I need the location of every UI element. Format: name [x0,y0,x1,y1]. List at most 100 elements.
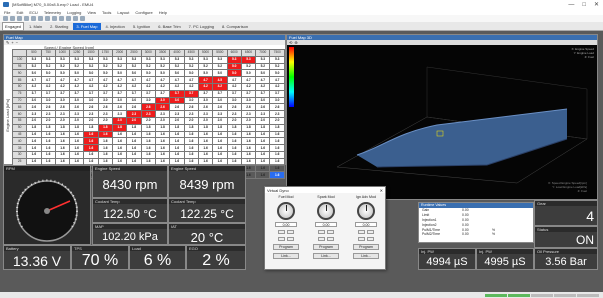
grid-cell[interactable]: 4.2 [183,82,199,91]
grid-cell[interactable]: 1.6 [83,130,99,139]
grid-cell[interactable]: 4.2 [212,82,228,91]
connect-icon[interactable] [24,16,29,21]
grid-cell[interactable]: 2.6 [111,103,128,112]
dyno-knob-icon[interactable] [317,202,335,220]
grid-cell[interactable]: 1.6 [169,150,185,159]
grid-cell[interactable]: 1.6 [255,150,271,159]
grid-cell[interactable]: 2.3 [269,110,285,118]
grid-cell[interactable]: 2.0 [111,116,128,125]
grid-cell[interactable]: 1.6 [197,150,214,159]
step-down-fine-button[interactable] [278,237,285,241]
grid-cell[interactable]: 5.3 [240,55,257,64]
menu-logging[interactable]: Logging [67,10,81,15]
zoom-icon[interactable]: ⊕ [294,40,297,45]
grid-cell[interactable]: 1.8 [183,123,199,132]
grid-cell[interactable]: 1.6 [140,137,156,146]
grid-cell[interactable]: 2.3 [54,110,71,118]
grid-cell[interactable]: 1.6 [255,164,271,173]
grid-cell[interactable]: 3.7 [212,89,228,98]
grid-cell[interactable]: 5.2 [111,62,128,71]
grid-cell[interactable]: 3.0 [269,96,285,105]
grid-cell[interactable]: 5.3 [269,55,285,64]
menu-tools[interactable]: Tools [102,10,111,15]
grid-cell[interactable]: 4.2 [240,82,257,91]
grid-cell[interactable]: 3.7 [140,89,156,98]
grid-cell[interactable]: 2.6 [183,103,199,112]
grid-cell[interactable]: 1.6 [226,137,242,146]
settings-icon[interactable] [80,16,85,21]
menu-configure[interactable]: Configure [135,10,152,15]
grid-cell[interactable]: 5.2 [269,62,285,71]
dyno-knob-icon[interactable] [357,202,375,220]
grid-cell[interactable]: 2.6 [83,103,99,112]
grid-cell[interactable]: 1.6 [154,144,171,152]
grid-cell[interactable]: 1.8 [255,123,271,132]
grid-cell[interactable]: 5.0 [26,69,42,78]
grid-cell[interactable]: 1.6 [154,130,171,139]
grid-cell[interactable]: 2.6 [212,103,228,112]
grid-cell[interactable]: 5.3 [154,55,171,64]
tab-pc-logging[interactable]: 7. PC Logging [186,23,217,30]
grid-cell[interactable]: 5.3 [183,55,199,64]
grid-cell[interactable]: 1.6 [69,144,85,152]
grid-cell[interactable]: 4.2 [154,82,171,91]
grid-cell[interactable]: 3.7 [169,89,185,98]
layout-select[interactable]: Engaged [2,21,25,31]
grid-cell[interactable]: 4.2 [197,82,214,91]
grid-cell[interactable]: 2.6 [54,103,71,112]
grid-cell[interactable]: 1.6 [111,144,128,152]
grid-cell[interactable]: 1.6 [111,150,128,159]
grid-cell[interactable]: 1.6 [83,137,99,146]
grid-cell[interactable]: 4.7 [169,76,185,84]
grid-cell[interactable]: 2.0 [140,116,156,125]
grid-cell[interactable]: 1.6 [54,130,71,139]
grid-cell[interactable]: 4.2 [54,82,71,91]
link-button[interactable]: Link... [313,253,339,259]
grid-cell[interactable]: 1.6 [212,144,228,152]
grid-cell[interactable]: 5.0 [226,62,242,71]
grid-cell[interactable]: 1.6 [69,137,85,146]
grid-cell[interactable]: 2.0 [240,116,257,125]
grid-cell[interactable]: 1.6 [111,137,128,146]
grid-cell[interactable]: 5.2 [140,62,156,71]
grid-cell[interactable]: 2.6 [269,103,285,112]
tab-comparison[interactable]: 8. Comparison [219,23,251,30]
grid-cell[interactable]: 2.6 [226,103,242,112]
grid-cell[interactable]: 1.6 [183,137,199,146]
grid-cell[interactable]: 2.3 [26,110,42,118]
grid-cell[interactable]: 5.0 [83,69,99,78]
grid-cell[interactable]: 1.8 [40,123,56,132]
edit-icon[interactable]: ✎ [6,40,9,45]
close-icon[interactable]: ✕ [594,1,599,8]
grid-cell[interactable]: 2.3 [40,110,56,118]
grid-cell[interactable]: 4.7 [255,76,271,84]
grid-cell[interactable]: 1.6 [40,150,56,159]
grid-cell[interactable]: 4.2 [140,82,156,91]
grid-cell[interactable]: 1.8 [197,123,214,132]
grid-cell[interactable]: 1.6 [197,130,214,139]
grid-cell[interactable]: 1.6 [269,171,285,180]
runtime-row[interactable]: PulM2/Time 0.00% [419,232,533,237]
grid-cell[interactable]: 5.0 [54,69,71,78]
grid-cell[interactable]: 1.6 [40,144,56,152]
grid-cell[interactable]: 5.3 [140,55,156,64]
grid-cell[interactable]: 2.6 [126,103,142,112]
grid-cell[interactable]: 3.7 [83,89,99,98]
link-button[interactable]: Link... [273,253,299,259]
grid-cell[interactable]: 5.3 [226,55,242,64]
grid-cell[interactable]: 2.3 [69,110,85,118]
grid-cell[interactable]: 2.0 [269,116,285,125]
grid-cell[interactable]: 1.6 [140,144,156,152]
grid-cell[interactable]: 5.2 [183,62,199,71]
grid-cell[interactable]: 5.3 [197,55,214,64]
grid-cell[interactable]: 1.6 [26,150,42,159]
grid-cell[interactable]: 4.7 [54,76,71,84]
grid-cell[interactable]: 2.3 [255,110,271,118]
read-icon[interactable] [38,16,43,21]
grid-cell[interactable]: 3.7 [54,89,71,98]
grid-cell[interactable]: 4.7 [83,76,99,84]
grid-cell[interactable]: 1.6 [197,144,214,152]
grid-cell[interactable]: 1.6 [111,130,128,139]
grid-cell[interactable]: 1.6 [140,150,156,159]
grid-cell[interactable]: 2.0 [169,116,185,125]
